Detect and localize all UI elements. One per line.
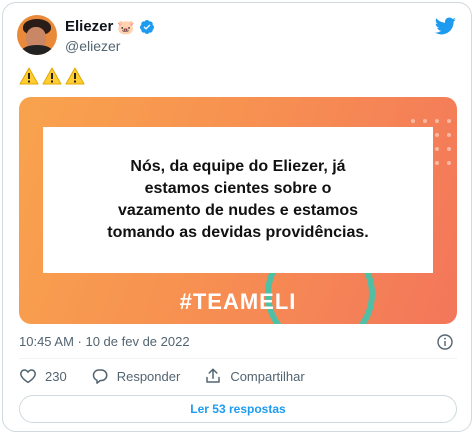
pig-emoji: 🐷 — [117, 18, 135, 35]
author-name[interactable]: Eliezer — [65, 18, 113, 35]
tweet-media-image[interactable]: Nós, da equipe do Eliezer, já estamos ci… — [19, 97, 457, 324]
info-icon[interactable] — [437, 334, 453, 350]
warning-icon — [19, 67, 39, 85]
author-name-row[interactable]: Eliezer 🐷 — [65, 18, 155, 35]
announcement-box: Nós, da equipe do Eliezer, já estamos ci… — [43, 127, 433, 273]
reply-button[interactable]: Responder — [91, 367, 181, 385]
announcement-text: Nós, da equipe do Eliezer, já estamos ci… — [107, 158, 369, 241]
like-button[interactable]: 230 — [19, 367, 67, 385]
verified-badge-icon — [139, 19, 154, 34]
like-count: 230 — [45, 368, 67, 384]
reply-label: Responder — [116, 368, 181, 384]
tweet-timestamp[interactable]: 10:45 AM · 10 de fev de 2022 — [19, 334, 190, 349]
tweet-actions: 230 Responder Compartilhar — [19, 367, 329, 385]
warning-icon — [65, 67, 85, 85]
author-handle[interactable]: @eliezer — [65, 38, 120, 54]
share-label: Compartilhar — [230, 368, 305, 384]
warning-emojis — [19, 67, 85, 85]
tweet-card: Eliezer 🐷 @eliezer Nós, da equipe do Eli… — [2, 2, 472, 432]
reply-bubble-icon — [92, 369, 108, 384]
heart-icon — [20, 369, 36, 384]
twitter-bird-icon[interactable] — [433, 15, 457, 37]
team-hashtag: #TEAMELI — [179, 289, 297, 314]
share-icon — [206, 368, 221, 383]
read-replies-button[interactable]: Ler 53 respostas — [19, 395, 457, 423]
warning-icon — [42, 67, 62, 85]
share-button[interactable]: Compartilhar — [204, 367, 305, 385]
divider — [19, 358, 457, 359]
avatar[interactable] — [17, 15, 57, 55]
